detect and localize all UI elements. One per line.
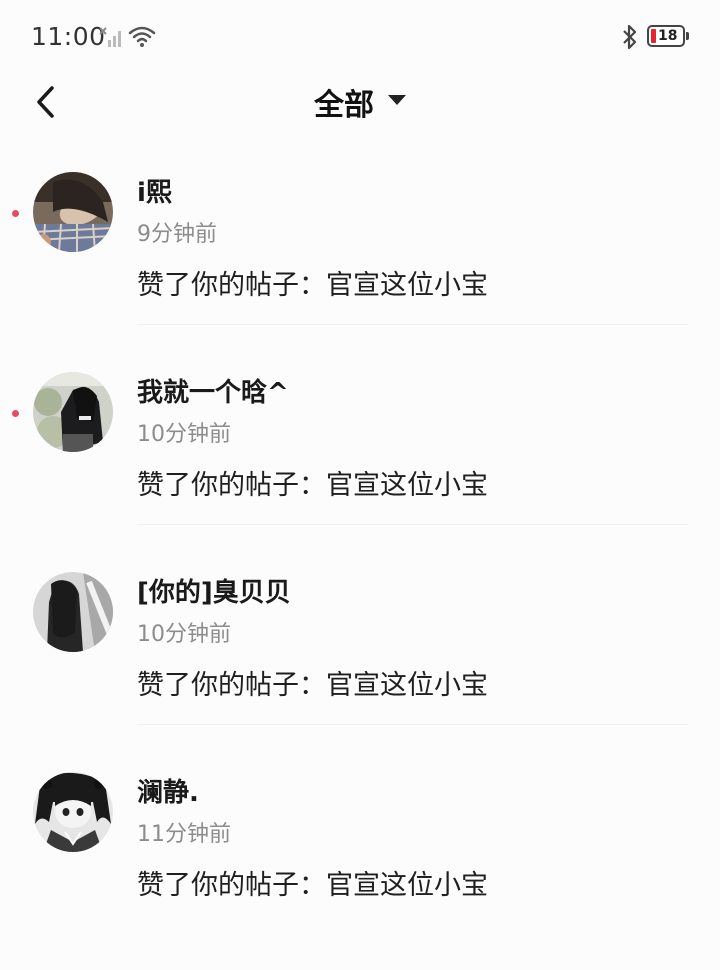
divider [137,724,688,725]
time-ago: 11分钟前 [137,822,231,847]
notification-item[interactable]: [你的]臭贝贝 10分钟前 赞了你的帖子：官宣这位小宝 [0,570,720,770]
wifi-icon [128,26,156,47]
avatar[interactable] [33,372,113,452]
divider [137,324,688,325]
notification-list: i熙 9分钟前 赞了你的帖子：官宣这位小宝 我就一个晗^ 10分钟前 赞了你的帖… [0,170,720,970]
battery-tip [686,32,689,40]
notification-item[interactable]: i熙 9分钟前 赞了你的帖子：官宣这位小宝 [0,170,720,370]
notification-item[interactable]: 澜静. 11分钟前 赞了你的帖子：官宣这位小宝 [0,770,720,970]
signal-no-sim-icon [99,27,121,47]
user-name[interactable]: 我就一个晗^ [137,372,289,409]
battery-icon: 18 [647,25,685,47]
notification-message[interactable]: 赞了你的帖子：官宣这位小宝 [137,863,488,902]
unread-dot [12,210,19,217]
status-bar: 11:00 18 [0,0,720,72]
page-title: 全部 [314,88,374,123]
caret-down-icon [388,95,406,105]
notification-message[interactable]: 赞了你的帖子：官宣这位小宝 [137,263,488,302]
avatar[interactable] [33,572,113,652]
top-nav-bar: 全部 [0,72,720,134]
bluetooth-icon [623,24,637,50]
time-ago: 10分钟前 [137,622,231,647]
unread-dot [12,410,19,417]
avatar[interactable] [33,172,113,252]
user-name[interactable]: i熙 [137,172,172,209]
notification-item[interactable]: 我就一个晗^ 10分钟前 赞了你的帖子：官宣这位小宝 [0,370,720,570]
battery-level-text: 18 [658,28,678,44]
battery-level-fill [651,29,656,43]
notification-message[interactable]: 赞了你的帖子：官宣这位小宝 [137,463,488,502]
notification-message[interactable]: 赞了你的帖子：官宣这位小宝 [137,663,488,702]
avatar[interactable] [33,772,113,852]
time-ago: 10分钟前 [137,422,231,447]
divider [137,524,688,525]
user-name[interactable]: [你的]臭贝贝 [137,572,291,609]
filter-dropdown[interactable]: 全部 [0,80,720,124]
user-name[interactable]: 澜静. [137,772,199,809]
status-time: 11:00 [31,22,106,51]
time-ago: 9分钟前 [137,222,217,247]
